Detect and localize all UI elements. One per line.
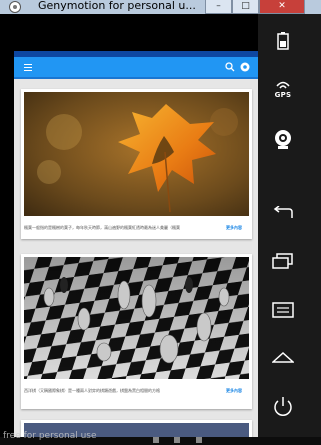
home-button[interactable] bbox=[258, 351, 308, 363]
app-toolbar bbox=[14, 57, 258, 77]
power-icon bbox=[274, 397, 292, 416]
list-item[interactable]: 西洋棋（又稱國際象棋）是一種兩人對弈的棋類遊戲，棋盤為黑白相間的方格 更多內容 bbox=[21, 254, 252, 409]
maple-leaf-image bbox=[24, 92, 249, 216]
toolbar-divider bbox=[14, 77, 258, 79]
list-item[interactable]: 楓葉一般指的是楓樹的葉子，每年秋天時節，滿山遍野的楓葉紅透時最為迷人美麗（楓葉 … bbox=[21, 89, 252, 239]
minimize-button[interactable]: – bbox=[205, 0, 232, 14]
gps-button[interactable]: GPS bbox=[258, 80, 308, 99]
battery-button[interactable] bbox=[258, 32, 308, 50]
more-link[interactable]: 更多內容 bbox=[226, 388, 242, 394]
camera-icon bbox=[275, 130, 291, 149]
menu-icon bbox=[272, 302, 294, 318]
taskbar-icon[interactable] bbox=[174, 437, 180, 443]
more-link[interactable]: 更多內容 bbox=[226, 225, 242, 231]
genymotion-logo-icon bbox=[9, 1, 21, 13]
recent-apps-icon bbox=[272, 253, 293, 269]
card-description: 楓葉一般指的是楓樹的葉子，每年秋天時節，滿山遍野的楓葉紅透時最為迷人美麗（楓葉 bbox=[24, 225, 180, 230]
android-menu-button[interactable] bbox=[258, 302, 308, 318]
close-button[interactable]: ✕ bbox=[259, 0, 305, 14]
gps-label: GPS bbox=[274, 91, 292, 99]
camera-button[interactable] bbox=[258, 129, 308, 149]
back-icon bbox=[273, 206, 293, 218]
chess-image bbox=[24, 257, 249, 379]
card-description: 西洋棋（又稱國際象棋）是一種兩人對弈的棋類遊戲，棋盤為黑白相間的方格 bbox=[24, 388, 160, 393]
watermark-text: free for personal use bbox=[3, 431, 97, 441]
gps-icon bbox=[276, 81, 290, 89]
window-title: Genymotion for personal u... bbox=[38, 0, 196, 12]
settings-icon[interactable] bbox=[240, 62, 250, 72]
hamburger-menu-icon[interactable] bbox=[24, 64, 32, 71]
search-icon[interactable] bbox=[225, 62, 235, 72]
maximize-button[interactable]: □ bbox=[232, 0, 259, 14]
window-titlebar: Genymotion for personal u... – □ ✕ bbox=[0, 0, 321, 14]
device-screen: 楓葉一般指的是楓樹的葉子，每年秋天時節，滿山遍野的楓葉紅透時最為迷人美麗（楓葉 … bbox=[14, 51, 258, 445]
recent-apps-button[interactable] bbox=[258, 253, 308, 269]
battery-icon bbox=[277, 32, 289, 50]
emulator-side-panel: GPS bbox=[258, 14, 321, 445]
home-icon bbox=[272, 351, 294, 363]
power-button[interactable] bbox=[258, 396, 308, 418]
taskbar-icon[interactable] bbox=[153, 437, 159, 443]
back-button[interactable] bbox=[258, 206, 308, 220]
taskbar-icon[interactable] bbox=[196, 437, 202, 443]
